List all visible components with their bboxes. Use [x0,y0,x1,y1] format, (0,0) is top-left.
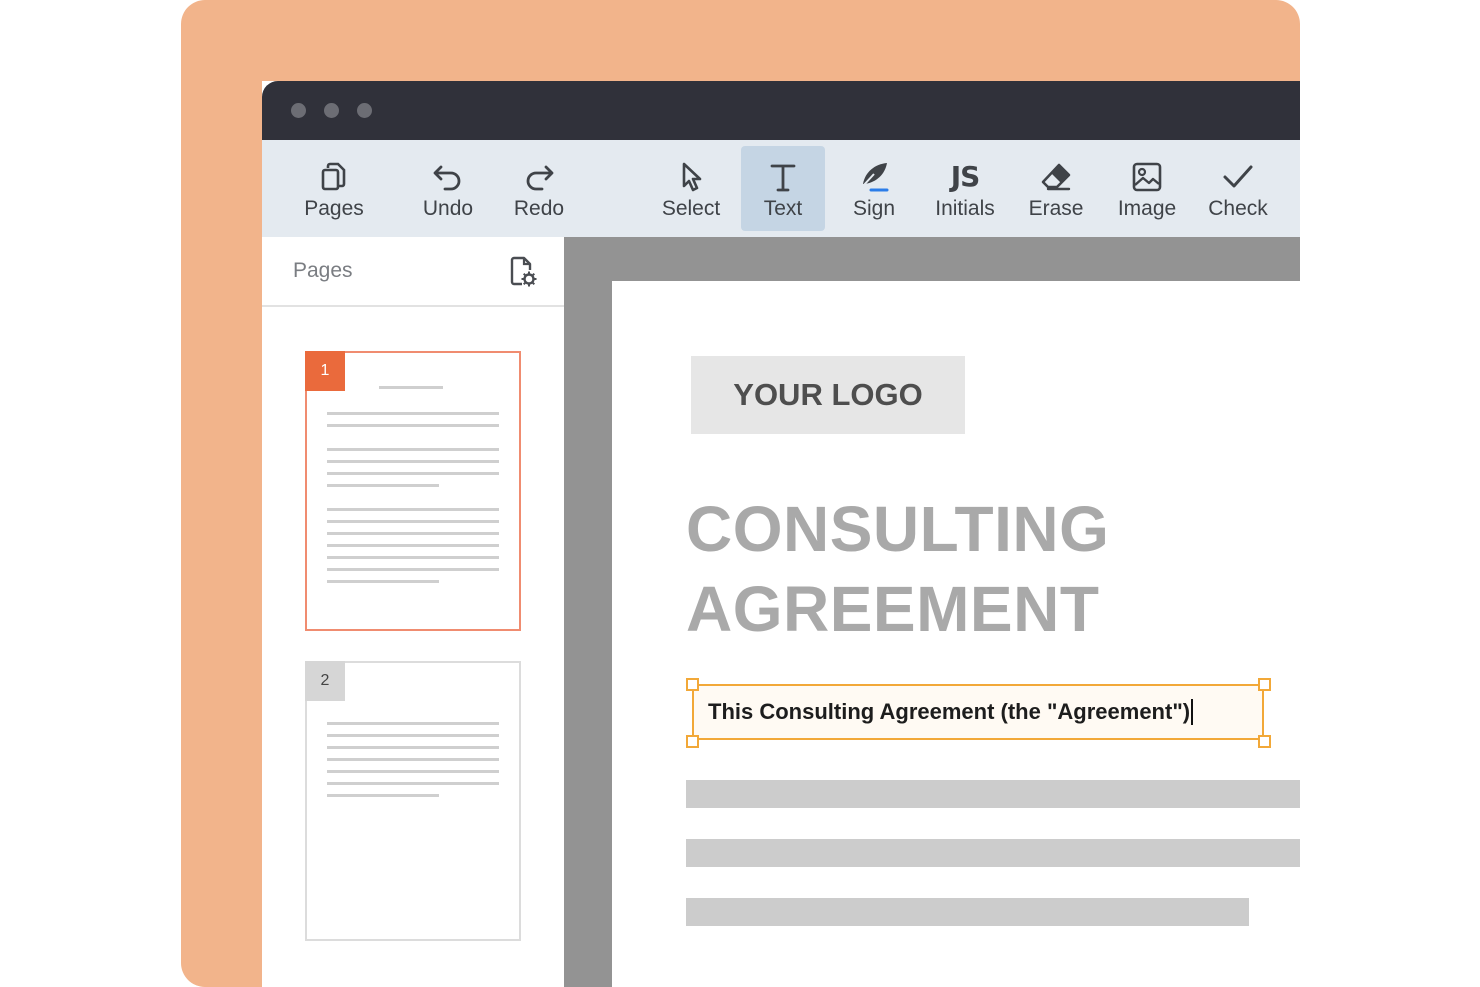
resize-handle-bottom-left[interactable] [686,735,699,748]
window-dot [324,103,339,118]
cursor-icon [674,160,708,194]
document-page: YOUR LOGO CONSULTING AGREEMENT This Cons… [612,281,1300,987]
undo-button[interactable]: Undo [406,146,490,231]
placeholder-text-line [686,780,1300,808]
erase-label: Erase [1028,197,1084,220]
quill-icon [857,160,891,194]
image-label: Image [1117,197,1177,220]
text-button[interactable]: Text [741,146,825,231]
document-canvas: YOUR LOGO CONSULTING AGREEMENT This Cons… [564,237,1300,987]
page-thumbnail-1[interactable]: 1 [305,351,521,631]
undo-label: Undo [422,197,474,220]
initials-label: Initials [935,197,995,220]
check-label: Check [1208,197,1268,220]
select-button[interactable]: Select [649,146,733,231]
pages-icon [317,160,351,194]
initials-button[interactable]: JS Initials [923,146,1007,231]
document-title-line-1: CONSULTING [686,493,1110,565]
eraser-icon [1039,160,1073,194]
check-icon [1221,160,1255,194]
redo-icon [522,160,556,194]
image-button[interactable]: Image [1105,146,1189,231]
check-button[interactable]: Check [1196,146,1280,231]
undo-icon [431,160,465,194]
document-title-line-2: AGREEMENT [686,573,1100,645]
window-titlebar [262,81,1300,140]
text-field[interactable]: This Consulting Agreement (the "Agreemen… [692,684,1264,740]
select-label: Select [661,197,721,220]
placeholder-text-line [686,898,1249,926]
erase-button[interactable]: Erase [1014,146,1098,231]
pages-button[interactable]: Pages [292,146,376,231]
page-number-badge: 1 [305,351,345,391]
sidebar-header: Pages [262,237,564,307]
pages-label: Pages [304,197,364,220]
resize-handle-top-right[interactable] [1258,678,1271,691]
page-number-badge: 2 [305,661,345,701]
logo-placeholder: YOUR LOGO [691,356,965,434]
page-settings-icon[interactable] [508,255,538,289]
window-dot [357,103,372,118]
placeholder-text-line [686,839,1300,867]
pages-sidebar: Pages 1 2 [262,237,564,987]
text-field-value: This Consulting Agreement (the "Agreemen… [708,699,1191,724]
document-title: CONSULTING AGREEMENT [686,489,1109,649]
redo-label: Redo [513,197,565,220]
text-caret [1191,699,1194,725]
toolbar: Pages Undo Redo Select Text Sign JS Init… [262,140,1300,237]
resize-handle-bottom-right[interactable] [1258,735,1271,748]
text-icon [766,160,800,194]
initials-icon: JS [950,160,981,193]
redo-button[interactable]: Redo [497,146,581,231]
sign-label: Sign [852,197,896,220]
page-thumbnail-2[interactable]: 2 [305,661,521,941]
background-frame: Pages Undo Redo Select Text Sign JS Init… [181,0,1300,987]
sign-button[interactable]: Sign [832,146,916,231]
sidebar-title: Pages [293,259,353,282]
image-icon [1130,160,1164,194]
text-label: Text [763,197,803,220]
app-window: Pages Undo Redo Select Text Sign JS Init… [262,81,1300,987]
resize-handle-top-left[interactable] [686,678,699,691]
window-dot [291,103,306,118]
